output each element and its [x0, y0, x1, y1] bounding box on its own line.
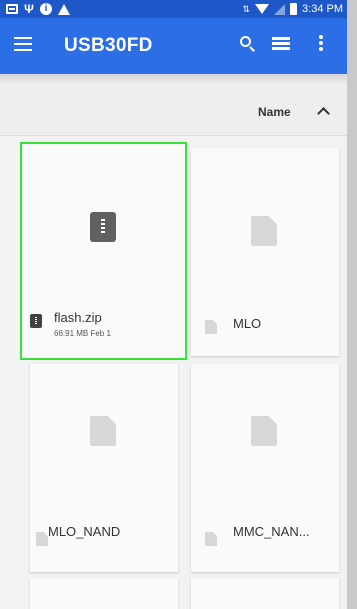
file-icon: [90, 416, 116, 446]
info-icon: i: [40, 3, 52, 15]
more-vert-icon[interactable]: [318, 35, 324, 53]
sort-header: Name: [0, 86, 347, 136]
warning-icon: [58, 3, 70, 15]
search-icon[interactable]: [238, 34, 258, 54]
page-title: USB30FD: [64, 35, 153, 56]
file-icon: [251, 216, 277, 246]
file-card-mmc-nand[interactable]: MMC_NAN...: [191, 364, 339, 572]
status-left-icons: Ψ i: [6, 2, 70, 16]
toolbar-shadow: [0, 74, 347, 86]
file-card-partial[interactable]: [30, 578, 178, 609]
zip-file-small-icon: [30, 314, 42, 328]
list-view-icon[interactable]: [272, 37, 290, 51]
file-card-mlo[interactable]: MLO: [191, 148, 339, 356]
usb-icon: Ψ: [24, 2, 34, 16]
app-toolbar: USB30FD: [0, 18, 347, 74]
sort-by-name-button[interactable]: Name: [258, 105, 291, 119]
zip-file-icon: [90, 212, 116, 242]
menu-icon[interactable]: [14, 37, 32, 51]
wifi-icon: [255, 4, 270, 14]
file-name: MLO: [233, 316, 262, 331]
screen-edge: [347, 0, 357, 609]
data-arrows-icon: ⇅: [242, 4, 251, 14]
status-time: 3:34 PM: [302, 3, 343, 15]
file-card-mlo-nand[interactable]: MLO_NAND: [30, 364, 178, 572]
file-name: MLO_NAND: [48, 524, 121, 539]
file-card-flash-zip[interactable]: flash.zip 66.91 MB Feb 1: [20, 142, 187, 360]
file-name: MMC_NAN...: [233, 524, 310, 539]
screen-icon: [6, 4, 18, 14]
file-small-icon: [205, 320, 217, 334]
phone-screen: Ψ i ⇅ 3:34 PM USB30FD Name flash.zip 66.…: [0, 0, 347, 609]
file-grid: flash.zip 66.91 MB Feb 1 MLO MLO_NAND MM…: [0, 136, 347, 609]
status-right-icons: ⇅ 3:34 PM: [242, 2, 343, 16]
file-small-icon: [205, 532, 217, 546]
file-icon: [251, 416, 277, 446]
status-bar: Ψ i ⇅ 3:34 PM: [0, 0, 347, 18]
battery-icon: [290, 3, 298, 15]
file-name: flash.zip: [54, 310, 102, 325]
chevron-up-icon[interactable]: [318, 106, 328, 116]
file-meta: 66.91 MB Feb 1: [54, 329, 111, 338]
signal-icon: [274, 3, 286, 15]
file-card-partial[interactable]: [191, 578, 339, 609]
file-small-icon: [36, 532, 48, 546]
